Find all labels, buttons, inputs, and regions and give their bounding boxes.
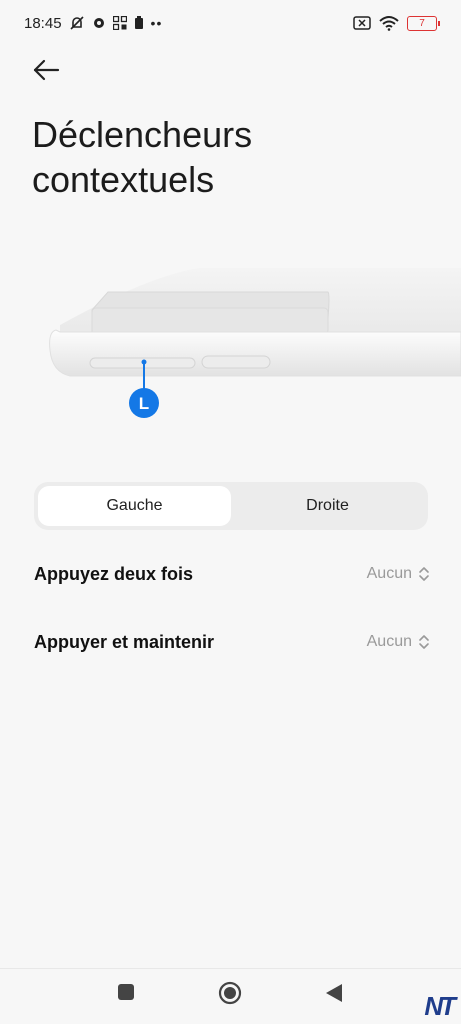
setting-press-hold[interactable]: Appuyer et maintenir Aucun — [34, 622, 430, 662]
more-dots-icon: •• — [150, 15, 163, 31]
square-icon — [118, 984, 134, 1000]
watermark-logo: NT — [424, 991, 456, 1021]
setting-label: Appuyer et maintenir — [34, 631, 215, 652]
home-button[interactable] — [218, 981, 242, 1010]
apps-icon — [112, 16, 127, 30]
tab-droite[interactable]: Droite — [231, 486, 424, 526]
setting-value: Aucun — [367, 633, 430, 651]
back-arrow-icon — [33, 59, 60, 81]
setting-double-tap[interactable]: Appuyez deux fois Aucun — [34, 554, 430, 594]
sim-error-icon — [353, 16, 371, 30]
home-circle-icon — [218, 981, 242, 1005]
mute-icon — [69, 16, 84, 30]
setting-value: Aucun — [367, 565, 430, 583]
back-button[interactable] — [28, 52, 64, 88]
clock: 18:45 — [24, 14, 62, 32]
setting-value-text: Aucun — [366, 565, 412, 582]
setting-value-text: Aucun — [366, 633, 412, 650]
chevron-updown-icon — [419, 567, 429, 581]
gear-icon — [93, 18, 104, 28]
navigation-bar: NT — [0, 968, 461, 1024]
chevron-updown-icon — [419, 635, 429, 649]
battery-level: 7 — [419, 17, 425, 29]
page-title: Déclencheurs contextuels — [32, 114, 253, 200]
phone-edge-graphic: L — [49, 268, 461, 418]
battery-icon: 7 — [407, 15, 440, 31]
side-selector: Gauche Droite — [34, 482, 428, 530]
battery-saver-icon — [134, 16, 143, 29]
status-right: 7 — [353, 15, 440, 31]
setting-label: Appuyez deux fois — [34, 563, 194, 584]
wifi-icon — [379, 16, 399, 31]
triangle-back-icon — [326, 984, 342, 1002]
tab-gauche[interactable]: Gauche — [38, 486, 231, 526]
recents-button[interactable] — [117, 983, 135, 1006]
marker-label: L — [139, 394, 149, 413]
status-bar: 18:45 •• 7 — [0, 0, 461, 46]
status-left: 18:45 •• — [24, 15, 162, 32]
phone-illustration: L — [0, 250, 461, 440]
back-nav-button[interactable] — [325, 983, 343, 1008]
